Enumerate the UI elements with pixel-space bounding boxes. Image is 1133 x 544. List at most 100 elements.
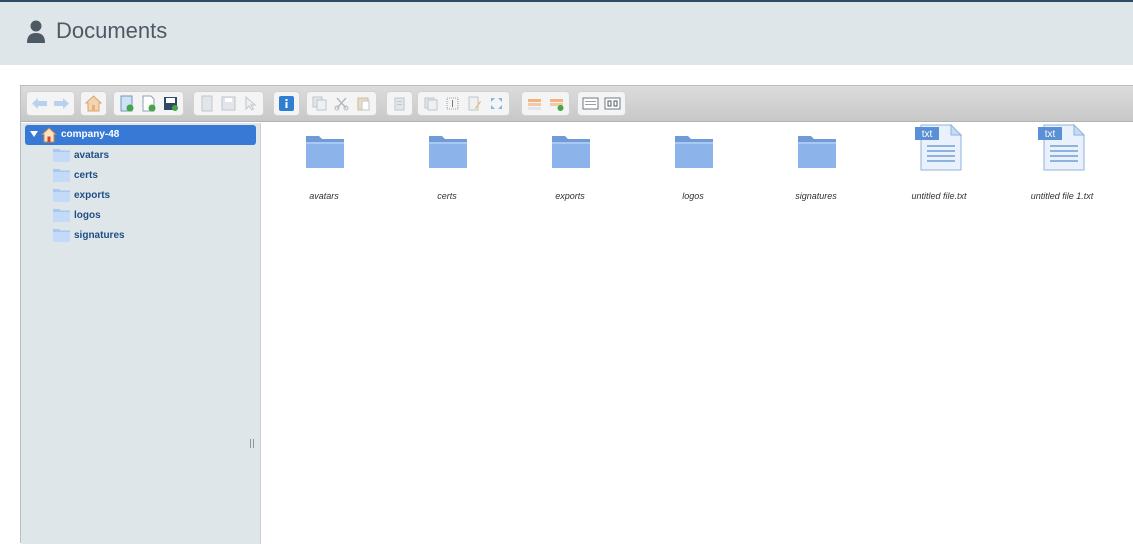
cut-icon bbox=[334, 97, 349, 111]
new-file-button[interactable] bbox=[139, 94, 158, 113]
folder-icon bbox=[306, 136, 344, 168]
back-button[interactable] bbox=[30, 94, 49, 113]
toolbar-group-archive bbox=[521, 91, 570, 116]
extract-button[interactable] bbox=[525, 94, 544, 113]
page-header: Documents bbox=[0, 2, 1133, 65]
duplicate-icon bbox=[424, 97, 438, 111]
edit-button[interactable] bbox=[465, 94, 484, 113]
paste-button[interactable] bbox=[354, 94, 373, 113]
save-button[interactable] bbox=[161, 94, 180, 113]
tree-item-logos[interactable]: logos bbox=[53, 207, 153, 225]
delete-icon bbox=[394, 97, 405, 111]
view-icon bbox=[582, 97, 599, 110]
file-item-untitled-file-1[interactable]: txt untitled file 1.txt bbox=[1012, 123, 1112, 201]
folder-icon bbox=[429, 136, 467, 168]
save-icon bbox=[164, 97, 178, 111]
open-icon bbox=[201, 95, 213, 112]
file-item-logos[interactable]: logos bbox=[643, 129, 743, 201]
folder-icon bbox=[53, 229, 70, 242]
info-button[interactable] bbox=[277, 94, 296, 113]
toolbar bbox=[21, 86, 1133, 122]
toolbar-group-file bbox=[113, 91, 184, 116]
file-name: certs bbox=[437, 191, 457, 201]
toolbar-group-navigation bbox=[26, 91, 75, 116]
file-item-signatures[interactable]: signatures bbox=[766, 129, 866, 201]
back-icon bbox=[32, 98, 47, 109]
file-item-avatars[interactable]: avatars bbox=[274, 129, 374, 201]
tree-item-label: exports bbox=[74, 190, 111, 201]
folder-icon bbox=[53, 189, 70, 202]
folder-icon bbox=[798, 136, 836, 168]
toolbar-group-home bbox=[80, 91, 107, 116]
forward-icon bbox=[54, 98, 69, 109]
folder-icon bbox=[53, 149, 70, 162]
info-icon bbox=[279, 96, 294, 111]
sort-button[interactable] bbox=[603, 94, 622, 113]
reload-button[interactable] bbox=[117, 94, 136, 113]
file-name: exports bbox=[555, 191, 585, 201]
toolbar-group-view bbox=[577, 91, 626, 116]
edit-icon bbox=[468, 96, 481, 111]
cut-button[interactable] bbox=[332, 94, 351, 113]
tree-item-certs[interactable]: certs bbox=[53, 167, 153, 185]
file-type-badge: txt bbox=[1045, 129, 1056, 140]
paste-icon bbox=[357, 97, 370, 111]
folder-icon bbox=[53, 209, 70, 222]
toolbar-group-edit bbox=[193, 91, 264, 116]
view-button[interactable] bbox=[581, 94, 600, 113]
file-name: signatures bbox=[795, 191, 837, 201]
duplicate-button[interactable] bbox=[421, 94, 440, 113]
copy-button[interactable] bbox=[310, 94, 329, 113]
toolbar-group-clipboard bbox=[306, 91, 377, 116]
text-file-icon: txt bbox=[915, 123, 963, 171]
file-type-badge: txt bbox=[922, 129, 933, 140]
user-icon bbox=[27, 20, 45, 43]
delete-button[interactable] bbox=[390, 94, 409, 113]
sort-icon bbox=[604, 97, 621, 110]
tree-item-label: signatures bbox=[74, 230, 125, 241]
home-button[interactable] bbox=[84, 94, 103, 113]
tree-item-signatures[interactable]: signatures bbox=[53, 227, 153, 245]
copy-icon bbox=[312, 96, 327, 111]
page-title: Documents bbox=[56, 18, 168, 43]
extract-icon bbox=[528, 99, 541, 110]
file-item-exports[interactable]: exports bbox=[520, 129, 620, 201]
file-name: untitled file 1.txt bbox=[1030, 191, 1094, 201]
tree-item-label: avatars bbox=[74, 150, 110, 161]
file-item-untitled-file[interactable]: txt untitled file.txt bbox=[889, 123, 989, 201]
save-disk-icon bbox=[221, 96, 236, 111]
tree-item-avatars[interactable]: avatars bbox=[53, 147, 153, 165]
resize-button[interactable] bbox=[487, 94, 506, 113]
forward-button[interactable] bbox=[52, 94, 71, 113]
file-name: untitled file.txt bbox=[911, 191, 967, 201]
file-grid: avatars certs exports logos signatures t… bbox=[262, 123, 1133, 544]
select-button[interactable] bbox=[241, 94, 260, 113]
text-file-icon: txt bbox=[1038, 123, 1086, 171]
toolbar-group-info bbox=[273, 91, 300, 116]
folder-icon bbox=[552, 136, 590, 168]
file-manager: company-48 avatars certs exports logos s… bbox=[20, 85, 1133, 544]
rename-icon bbox=[446, 97, 459, 110]
new-file-icon bbox=[142, 95, 156, 112]
tree-root-label: company-48 bbox=[61, 129, 120, 140]
resize-icon bbox=[491, 98, 502, 109]
toolbar-group-operations bbox=[417, 91, 510, 116]
tree-root-company[interactable]: company-48 bbox=[25, 125, 256, 145]
folder-icon bbox=[675, 136, 713, 168]
folder-tree: company-48 avatars certs exports logos s… bbox=[21, 123, 261, 544]
home-icon bbox=[41, 127, 57, 143]
rename-button[interactable] bbox=[443, 94, 462, 113]
archive-button[interactable] bbox=[547, 94, 566, 113]
reload-icon bbox=[120, 95, 134, 112]
open-button[interactable] bbox=[197, 94, 216, 113]
tree-item-exports[interactable]: exports bbox=[53, 187, 153, 205]
folder-icon bbox=[53, 169, 70, 182]
tree-item-label: certs bbox=[74, 170, 98, 181]
save-disk-button[interactable] bbox=[219, 94, 238, 113]
home-icon bbox=[85, 95, 102, 112]
archive-icon bbox=[550, 99, 564, 111]
select-icon bbox=[245, 96, 257, 111]
sidebar-resize-handle[interactable] bbox=[250, 439, 254, 448]
file-item-certs[interactable]: certs bbox=[397, 129, 497, 201]
chevron-down-icon[interactable] bbox=[30, 131, 38, 137]
